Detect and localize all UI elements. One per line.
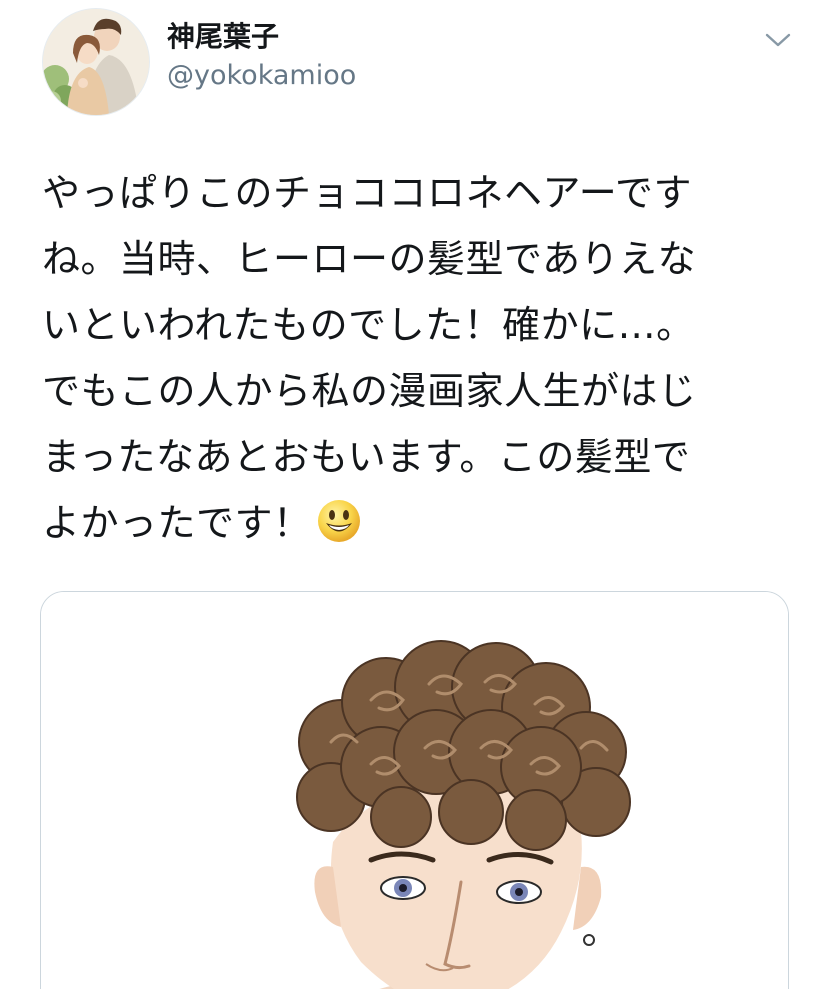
tweet-text-line-last: よかったです！ <box>42 490 787 556</box>
tweet-text-line: まったなあとおもいます。この髪型で <box>42 435 691 479</box>
smiley-face-emoji <box>317 500 360 542</box>
profile-photo-icon <box>43 9 149 115</box>
tweet-text-line-content: よかったです！ <box>42 501 312 545</box>
manga-character-illustration[interactable] <box>41 592 788 989</box>
chevron-down-icon <box>765 33 791 47</box>
tweet-text-line: ね。当時、ヒーローの髪型でありえな <box>42 237 697 281</box>
author-handle[interactable]: @yokokamioo <box>167 58 356 94</box>
tweet-header: 神尾葉子 @yokokamioo <box>0 0 828 125</box>
tweet-text-line: やっぱりこのチョココロネヘアーです <box>42 171 692 215</box>
tweet-text-line: でもこの人から私の漫画家人生がはじ <box>42 369 697 413</box>
tweet-page: 神尾葉子 @yokokamioo やっぱりこのチョココロネヘアーです ね。当時、… <box>0 0 828 989</box>
tweet-menu-button[interactable] <box>762 24 794 56</box>
tweet-body: やっぱりこのチョココロネヘアーです ね。当時、ヒーローの髪型でありえな いといわ… <box>42 160 787 556</box>
author-display-name[interactable]: 神尾葉子 <box>167 18 279 56</box>
tweet-text-line: いといわれたものでした！確かに…。 <box>42 303 695 347</box>
tweet-media-card[interactable] <box>40 591 789 989</box>
avatar[interactable] <box>42 8 150 116</box>
